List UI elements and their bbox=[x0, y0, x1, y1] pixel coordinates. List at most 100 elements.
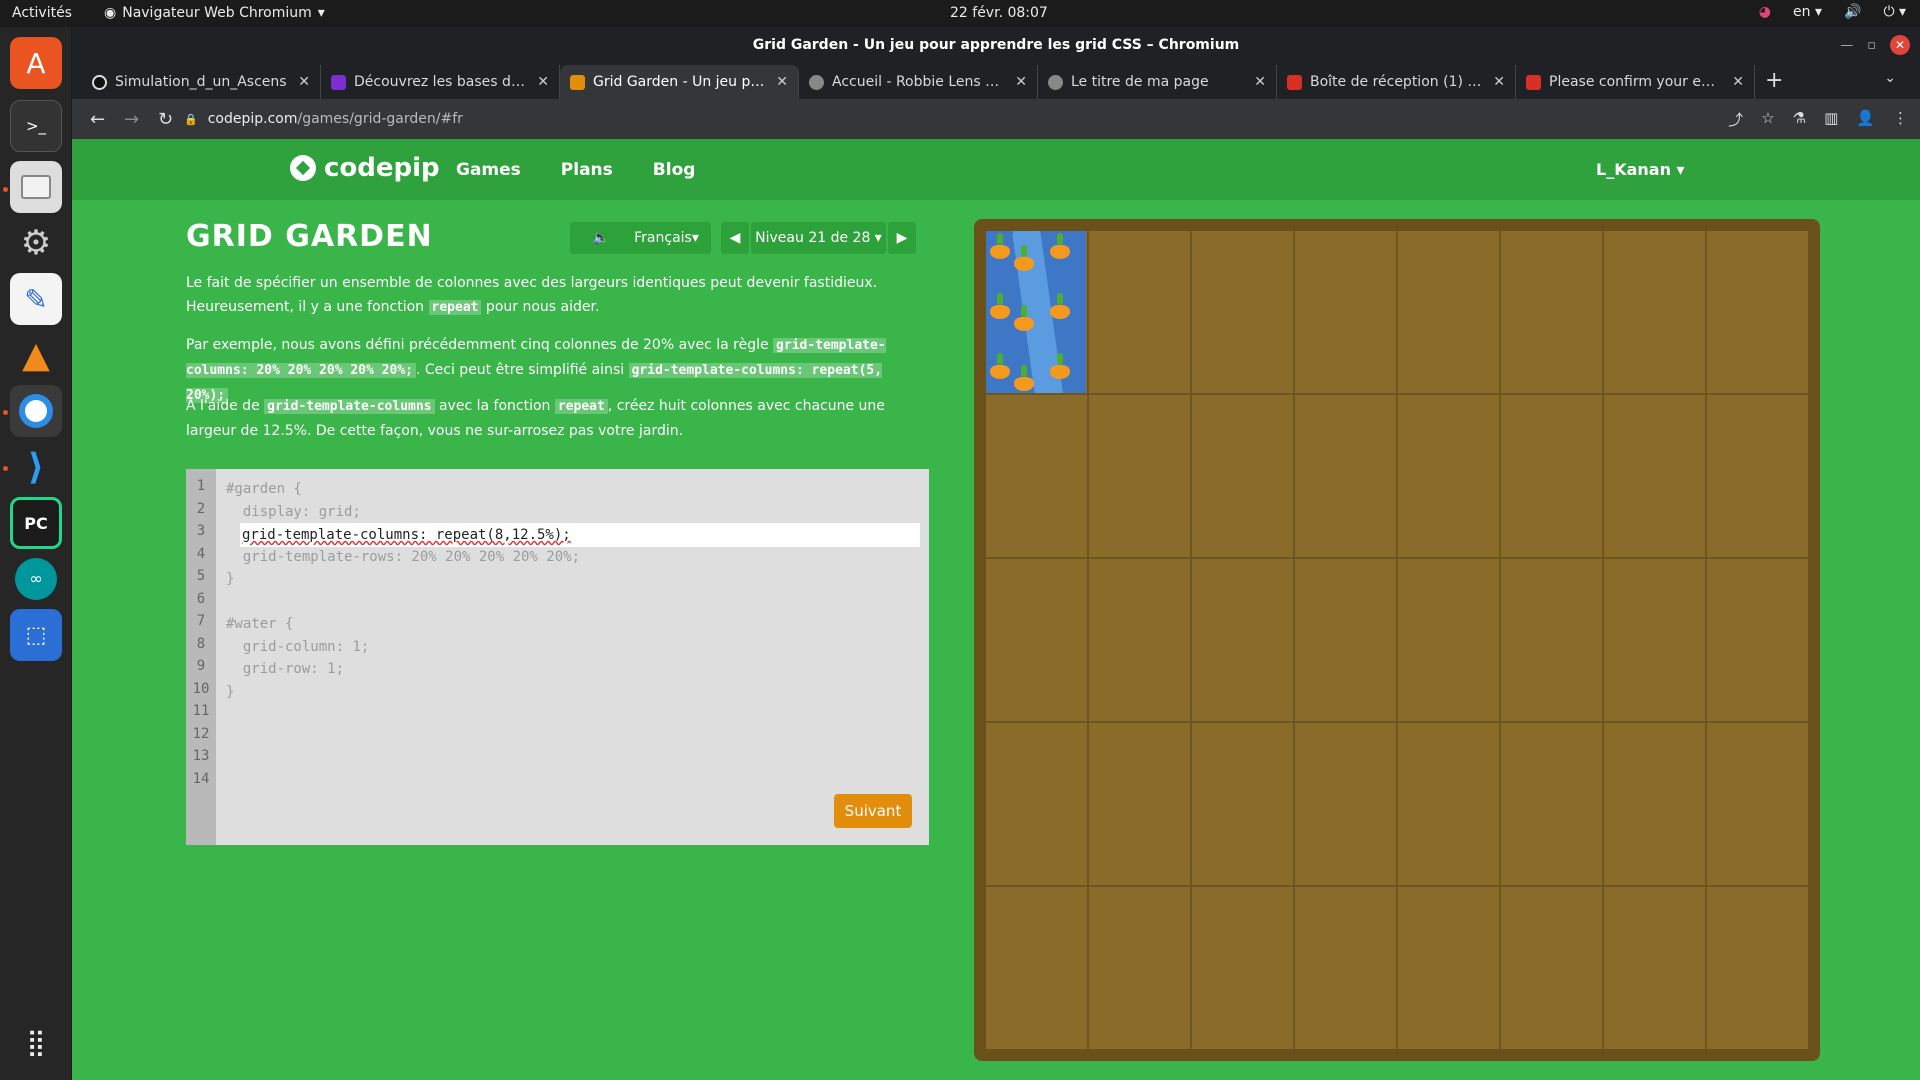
codepip-logo[interactable]: codepip bbox=[290, 153, 440, 183]
user-menu[interactable]: L_Kanan ▾ bbox=[1596, 160, 1685, 179]
extension-flask-icon[interactable]: ⚗ bbox=[1793, 109, 1806, 130]
profile-icon[interactable]: 👤 bbox=[1856, 109, 1875, 130]
more-menu-icon[interactable]: ⋮ bbox=[1893, 109, 1908, 130]
line-number: 3 bbox=[196, 523, 206, 539]
soil-cell bbox=[1295, 887, 1396, 1049]
language-label: en bbox=[1793, 4, 1811, 20]
tab-title: Accueil - Robbie Lens Pho bbox=[832, 74, 1008, 90]
water-tile bbox=[986, 231, 1086, 393]
activities-button[interactable]: Activités bbox=[12, 5, 72, 21]
new-tab-icon[interactable]: + bbox=[1765, 68, 1783, 93]
line-number: 1 bbox=[196, 478, 206, 494]
show-apps-icon[interactable]: ⣿ bbox=[10, 1017, 62, 1069]
url-bar[interactable]: 🔒 codepip.com/games/grid-garden/#fr bbox=[184, 105, 463, 133]
close-tab-icon[interactable]: ✕ bbox=[537, 74, 549, 90]
app-menu[interactable]: ◉ Navigateur Web Chromium ▾ bbox=[104, 5, 325, 21]
dock: A >_ ⚙ ✎ ▲ ⟩ PC ∞ ⬚ ⣿ bbox=[0, 27, 72, 1080]
settings-icon[interactable]: ⚙ bbox=[10, 217, 62, 269]
browser-tab[interactable]: Please confirm your emai ✕ bbox=[1516, 65, 1755, 99]
lock-icon: 🔒 bbox=[184, 112, 198, 126]
forward-icon[interactable]: → bbox=[124, 109, 140, 130]
code-line: display: grid; bbox=[226, 503, 361, 520]
browser-tab[interactable]: Boîte de réception (1) - lu ✕ bbox=[1277, 65, 1516, 99]
codepip-logo-icon bbox=[290, 155, 316, 181]
carrot-icon bbox=[1050, 245, 1070, 259]
next-button[interactable]: Suivant bbox=[834, 794, 912, 828]
grid-garden-icon bbox=[570, 74, 585, 90]
screenshot-icon[interactable]: ⬚ bbox=[10, 609, 62, 661]
soil-cell bbox=[1604, 395, 1705, 557]
tab-title: Boîte de réception (1) - lu bbox=[1310, 74, 1486, 90]
brand-name: codepip bbox=[324, 153, 440, 183]
soil-cell bbox=[986, 395, 1087, 557]
soil-cell bbox=[1295, 395, 1396, 557]
tab-search-icon[interactable]: ⌄ bbox=[1884, 70, 1896, 86]
code-lines: #garden { display: grid; grid-template-r… bbox=[226, 478, 921, 703]
carrot-icon bbox=[990, 305, 1010, 319]
vlc-icon[interactable]: ▲ bbox=[10, 329, 62, 381]
software-center-icon[interactable]: A bbox=[10, 37, 62, 89]
reload-icon[interactable]: ↻ bbox=[158, 109, 174, 130]
soil-cell bbox=[1192, 559, 1293, 721]
next-level-button[interactable]: ▶ bbox=[888, 222, 916, 254]
css-answer-input[interactable]: grid-template-columns: repeat(8,12.5%); bbox=[240, 523, 920, 547]
back-icon[interactable]: ← bbox=[90, 109, 106, 130]
language-indicator[interactable]: en ▾ bbox=[1793, 4, 1822, 20]
browser-tab[interactable]: Le titre de ma page ✕ bbox=[1038, 65, 1277, 99]
pycharm-icon[interactable]: PC bbox=[10, 497, 62, 549]
text: . Ceci peut être simplifié ainsi bbox=[415, 362, 629, 378]
level-indicator[interactable]: Niveau 21 de 28 ▾ bbox=[751, 222, 886, 254]
carrot-leaf bbox=[1021, 305, 1027, 317]
tab-strip: Simulation_d_un_Ascens ✕ Découvrez les ba… bbox=[72, 63, 1920, 99]
chevron-down-icon: ▾ bbox=[317, 5, 325, 21]
power-menu-icon[interactable]: ⏻ ▾ bbox=[1883, 4, 1906, 20]
carrot-icon bbox=[1050, 365, 1070, 379]
share-icon[interactable]: ⤴ bbox=[1728, 109, 1743, 130]
menu-blog[interactable]: Blog bbox=[653, 160, 696, 180]
minimize-icon[interactable]: — bbox=[1840, 38, 1853, 53]
soil-cell bbox=[1707, 887, 1808, 1049]
site-header: codepip Games Plans Blog L_Kanan ▾ bbox=[72, 139, 1920, 200]
side-panel-icon[interactable]: ▥ bbox=[1824, 109, 1838, 130]
close-tab-icon[interactable]: ✕ bbox=[1493, 74, 1505, 90]
soil-cell bbox=[1295, 723, 1396, 885]
line-number: 4 bbox=[196, 545, 206, 562]
clock[interactable]: 22 févr. 08:07 bbox=[950, 5, 1048, 21]
chromium-dock-icon[interactable] bbox=[10, 385, 62, 437]
running-indicator bbox=[3, 187, 8, 192]
github-icon bbox=[92, 74, 107, 90]
menu-games[interactable]: Games bbox=[456, 160, 521, 180]
arduino-icon[interactable]: ∞ bbox=[10, 553, 62, 605]
terminal-icon[interactable]: >_ bbox=[10, 100, 62, 152]
files-icon[interactable] bbox=[10, 161, 62, 213]
carrot-icon bbox=[1014, 257, 1034, 271]
close-tab-icon[interactable]: ✕ bbox=[776, 74, 788, 90]
maximize-icon[interactable]: ▫ bbox=[1867, 38, 1876, 53]
soil-cell bbox=[1398, 231, 1499, 393]
code-snippet: repeat bbox=[428, 300, 482, 315]
close-tab-icon[interactable]: ✕ bbox=[1732, 74, 1744, 90]
close-tab-icon[interactable]: ✕ bbox=[1254, 74, 1266, 90]
volume-icon[interactable]: 🔊 bbox=[1844, 4, 1861, 20]
vscode-icon[interactable]: ⟩ bbox=[10, 441, 62, 493]
soil-cell bbox=[1501, 559, 1602, 721]
color-picker-icon[interactable]: ◕ bbox=[1759, 4, 1771, 20]
bookmark-star-icon[interactable]: ☆ bbox=[1761, 109, 1774, 130]
browser-tab[interactable]: Simulation_d_un_Ascens ✕ bbox=[82, 65, 321, 99]
close-tab-icon[interactable]: ✕ bbox=[298, 74, 310, 90]
close-tab-icon[interactable]: ✕ bbox=[1015, 74, 1027, 90]
menu-plans[interactable]: Plans bbox=[561, 160, 613, 180]
browser-tab[interactable]: Accueil - Robbie Lens Pho ✕ bbox=[799, 65, 1038, 99]
previous-level-button[interactable]: ◀ bbox=[721, 222, 749, 254]
browser-tab-active[interactable]: Grid Garden - Un jeu pour ✕ bbox=[560, 65, 799, 99]
browser-tab[interactable]: Découvrez les bases de C ✕ bbox=[321, 65, 560, 99]
text-editor-icon[interactable]: ✎ bbox=[10, 273, 62, 325]
code-line: #water { bbox=[226, 616, 294, 632]
soil-cell bbox=[1089, 559, 1190, 721]
soil-cell bbox=[1192, 395, 1293, 557]
line-number: 11 bbox=[192, 703, 210, 719]
close-window-icon[interactable]: ✕ bbox=[1890, 35, 1910, 55]
language-select[interactable]: Français▾ bbox=[622, 222, 711, 254]
tab-title: Grid Garden - Un jeu pour bbox=[593, 74, 769, 90]
openclassrooms-icon bbox=[331, 74, 346, 90]
